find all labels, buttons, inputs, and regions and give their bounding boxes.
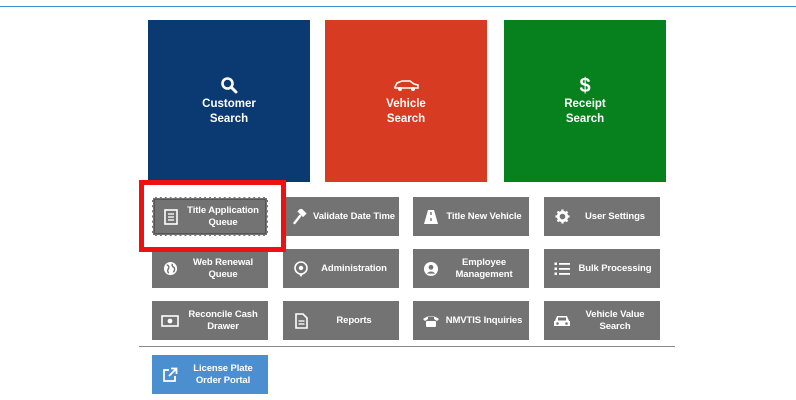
document-icon: [283, 312, 313, 329]
external-link-icon: [152, 367, 182, 383]
button-label: Administration: [321, 262, 387, 274]
tile-label-line2: Search: [565, 112, 605, 125]
gavel-icon: [283, 208, 313, 225]
numbered-list-icon: [544, 261, 574, 277]
car-icon: [392, 76, 420, 94]
button-label: NMVTIS Inquiries: [445, 314, 523, 326]
list-document-icon: [153, 208, 183, 225]
receipt-search-tile[interactable]: $ Receipt Search: [504, 20, 666, 182]
vehicle-value-search-button[interactable]: Vehicle Value Search: [544, 301, 660, 340]
road-icon: [413, 209, 443, 225]
button-label: License Plate Order Portal: [193, 362, 253, 386]
gear-icon: [544, 209, 574, 224]
button-label: Title New Vehicle: [446, 210, 522, 222]
license-plate-order-portal-button[interactable]: License Plate Order Portal: [152, 355, 268, 394]
search-icon: [220, 76, 238, 94]
bulk-processing-button[interactable]: Bulk Processing: [544, 249, 660, 288]
car-front-icon: [544, 314, 574, 328]
tile-label-line2: Search: [386, 112, 426, 125]
admin-badge-icon: [283, 260, 313, 277]
button-label: Employee Management: [455, 256, 513, 280]
employee-management-button[interactable]: Employee Management: [413, 249, 529, 288]
vehicle-search-tile[interactable]: Vehicle Search: [325, 20, 487, 182]
tile-label-line1: Vehicle: [386, 97, 426, 110]
dollar-icon: $: [578, 75, 592, 95]
button-label: Vehicle Value Search: [585, 308, 645, 332]
title-new-vehicle-button[interactable]: Title New Vehicle: [413, 197, 529, 236]
tile-label-line1: Customer: [202, 97, 256, 110]
top-divider: [0, 6, 796, 7]
svg-text:$: $: [579, 75, 590, 95]
globe-icon: [152, 261, 182, 276]
button-label: Title Application Queue: [187, 204, 259, 228]
button-label: Bulk Processing: [578, 262, 652, 274]
section-divider: [139, 346, 675, 347]
customer-search-tile[interactable]: Customer Search: [148, 20, 310, 182]
phone-icon: [413, 314, 443, 328]
tile-label-line1: Receipt: [564, 97, 606, 110]
administration-button[interactable]: Administration: [283, 249, 399, 288]
tile-label-line2: Search: [209, 112, 249, 125]
user-circle-icon: [413, 261, 443, 277]
button-label: Validate Date Time: [313, 210, 395, 222]
button-label: Reports: [336, 314, 372, 326]
nmvtis-inquiries-button[interactable]: NMVTIS Inquiries: [413, 301, 529, 340]
button-label: Web Renewal Queue: [193, 256, 253, 280]
button-label: User Settings: [585, 210, 645, 222]
button-label: Reconcile Cash Drawer: [188, 308, 258, 332]
web-renewal-queue-button[interactable]: Web Renewal Queue: [152, 249, 268, 288]
reconcile-cash-drawer-button[interactable]: Reconcile Cash Drawer: [152, 301, 268, 340]
money-bill-icon: [152, 314, 182, 327]
reports-button[interactable]: Reports: [283, 301, 399, 340]
user-settings-button[interactable]: User Settings: [544, 197, 660, 236]
validate-date-time-button[interactable]: Validate Date Time: [283, 197, 399, 236]
title-application-queue-button[interactable]: Title Application Queue: [152, 197, 268, 236]
